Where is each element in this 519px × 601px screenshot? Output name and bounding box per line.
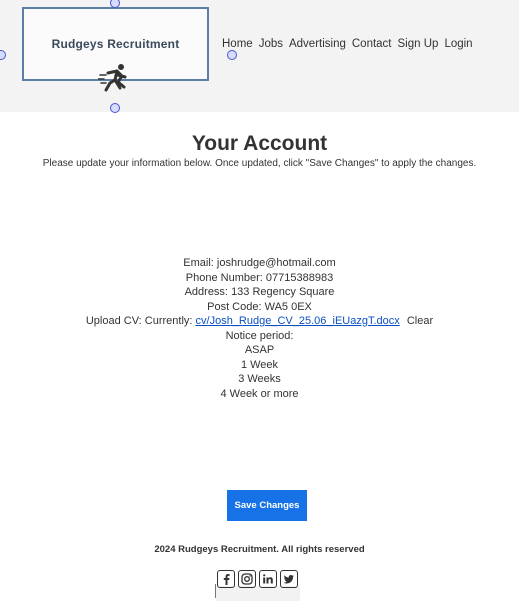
email-row: Email: joshrudge@hotmail.com (0, 256, 519, 271)
notice-option[interactable]: 1 Week (0, 358, 519, 373)
phone-label: Phone Number: (185, 271, 263, 284)
nav-contact-link[interactable]: Contact (352, 37, 392, 52)
address-row: Address: 133 Regency Square (0, 285, 519, 300)
postcode-value: WA5 0EX (264, 300, 312, 313)
email-value: joshrudge@hotmail.com (216, 257, 336, 269)
nav-jobs-link[interactable]: Jobs (259, 37, 283, 52)
cv-label: Upload CV: Currently: (85, 315, 193, 327)
nav-signup-link[interactable]: Sign Up (398, 37, 439, 52)
phone-value: 07715388983 (265, 271, 334, 284)
cv-clear-button[interactable]: Clear (407, 315, 433, 327)
page-title: Your Account (191, 132, 328, 155)
main-nav: Home Jobs Advertising Contact Sign Up Lo… (222, 37, 473, 52)
cv-file-link[interactable]: cv/Josh_Rudge_CV_25.06_iEUazgT.docx (196, 315, 400, 327)
phone-row: Phone Number: 07715388983 (0, 271, 519, 286)
footer-divider (216, 586, 300, 601)
linkedin-icon[interactable] (259, 570, 277, 588)
email-label: Email: (183, 257, 214, 269)
nav-advertising-link[interactable]: Advertising (289, 37, 346, 52)
postcode-row: Post Code: WA5 0EX (0, 300, 519, 315)
postcode-label: Post Code: (207, 300, 262, 313)
cv-row: Upload CV: Currently: cv/Josh_Rudge_CV_2… (0, 314, 519, 329)
account-details: Email: joshrudge@hotmail.com Phone Numbe… (0, 256, 519, 401)
notice-label: Notice period: (225, 329, 294, 342)
nav-login-link[interactable]: Login (444, 37, 472, 52)
site-header: Rudgeys Recruitment Home Jobs Advertisin… (0, 0, 519, 113)
save-changes-button[interactable]: Save Changes (227, 490, 307, 521)
social-links (217, 570, 298, 588)
instagram-icon[interactable] (238, 570, 256, 588)
page-subtitle: Please update your information below. On… (42, 158, 477, 169)
resize-handle[interactable] (0, 50, 6, 60)
notice-option[interactable]: 4 Week or more (0, 387, 519, 402)
notice-option[interactable]: ASAP (0, 343, 519, 358)
address-value: 133 Regency Square (231, 286, 335, 298)
text-caret (215, 584, 216, 598)
facebook-icon[interactable] (217, 570, 235, 588)
logo-text: Rudgeys Recruitment (51, 37, 180, 51)
notice-option[interactable]: 3 Weeks (0, 372, 519, 387)
resize-handle[interactable] (110, 103, 120, 113)
twitter-icon[interactable] (280, 570, 298, 588)
running-man-icon (98, 64, 127, 92)
nav-home-link[interactable]: Home (222, 37, 253, 52)
footer-copyright: 2024 Rudgeys Recruitment. All rights res… (154, 544, 365, 555)
address-label: Address: (184, 286, 228, 298)
